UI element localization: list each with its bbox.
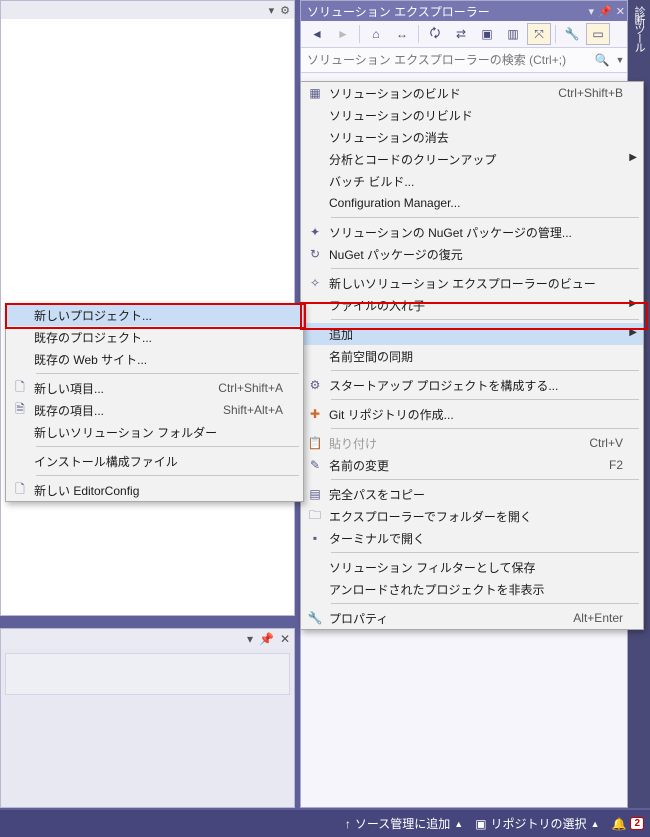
panel-options-icon[interactable]: ▾ [247, 632, 253, 646]
new-view-icon: ✧ [301, 276, 329, 290]
submenu-new-project[interactable]: 新しいプロジェクト... [6, 304, 303, 326]
menu-build[interactable]: ▦ ソリューションのビルド Ctrl+Shift+B [301, 82, 643, 104]
collapse-icon[interactable]: ⇄ [449, 23, 473, 45]
menu-hide-unloaded[interactable]: アンロードされたプロジェクトを非表示 [301, 578, 643, 600]
solution-context-menu: ▦ ソリューションのビルド Ctrl+Shift+B ソリューションのリビルド … [300, 81, 644, 630]
menu-nuget-restore[interactable]: ↻ NuGet パッケージの復元 [301, 243, 643, 265]
pin-icon[interactable]: 📌 [598, 5, 612, 18]
menu-copy-full-path[interactable]: ▤ 完全パスをコピー [301, 483, 643, 505]
submenu-arrow-icon: ▶ [629, 298, 637, 309]
diagnostic-tools-tab[interactable]: 診断ツール [628, 0, 650, 57]
menu-startup-projects[interactable]: ⚙ スタートアップ プロジェクトを構成する... [301, 374, 643, 396]
submenu-arrow-icon: ▶ [629, 327, 637, 338]
menu-save-as-filter[interactable]: ソリューション フィルターとして保存 [301, 556, 643, 578]
submenu-install-config[interactable]: インストール構成ファイル [6, 450, 303, 472]
nuget-icon: ✦ [301, 225, 329, 239]
panel-options-icon[interactable]: ▾ [589, 5, 595, 18]
panel-options-icon[interactable]: ▾ [269, 4, 275, 17]
search-input[interactable] [301, 52, 591, 68]
editorconfig-icon: 🗋 [6, 480, 34, 501]
menu-git-repo[interactable]: ✚ Git リポジトリの作成... [301, 403, 643, 425]
bell-icon: 🔔 [611, 817, 626, 831]
menu-batch-build[interactable]: バッチ ビルド... [301, 170, 643, 192]
menu-open-explorer[interactable]: 🗀 エクスプローラーでフォルダーを開く [301, 505, 643, 527]
notification-badge: 2 [630, 817, 644, 830]
panel-title: ソリューション エクスプローラー [307, 3, 490, 20]
copy-path-icon: ▤ [301, 487, 329, 501]
refresh-icon[interactable]: 🗘 [423, 23, 447, 45]
menu-config-manager[interactable]: Configuration Manager... [301, 192, 643, 214]
submenu-existing-item[interactable]: 🗎 既存の項目... Shift+Alt+A [6, 399, 303, 421]
menu-sync-namespace[interactable]: 名前空間の同期 [301, 345, 643, 367]
menu-rebuild[interactable]: ソリューションのリビルド [301, 104, 643, 126]
close-icon[interactable]: ✕ [616, 5, 625, 18]
home-icon[interactable]: ⌂ [364, 23, 388, 45]
pin-icon[interactable]: 📌 [259, 632, 274, 646]
menu-paste: 📋 貼り付け Ctrl+V [301, 432, 643, 454]
submenu-existing-project[interactable]: 既存のプロジェクト... [6, 326, 303, 348]
menu-add[interactable]: 追加 ▶ [301, 323, 643, 345]
menu-new-view[interactable]: ✧ 新しいソリューション エクスプローラーのビュー [301, 272, 643, 294]
chevron-up-icon: ▲ [591, 819, 600, 829]
submenu-new-item[interactable]: 🗋 新しい項目... Ctrl+Shift+A [6, 377, 303, 399]
arrow-up-icon: ↑ [345, 817, 351, 831]
submenu-new-editorconfig[interactable]: 🗋 新しい EditorConfig [6, 479, 303, 501]
show-all-files-icon[interactable]: ▣ [475, 23, 499, 45]
rename-icon: ✎ [301, 458, 329, 472]
startup-icon: ⚙ [301, 378, 329, 392]
menu-file-nesting[interactable]: ファイルの入れ子 ▶ [301, 294, 643, 316]
chevron-up-icon: ▲ [454, 819, 463, 829]
properties-icon[interactable]: 🔧 [560, 23, 584, 45]
preview-selected-icon[interactable]: ▭ [586, 23, 610, 45]
submenu-arrow-icon: ▶ [629, 152, 637, 163]
menu-nuget-manage[interactable]: ✦ ソリューションの NuGet パッケージの管理... [301, 221, 643, 243]
status-add-source-control[interactable]: ↑ ソース管理に追加 ▲ [345, 815, 463, 832]
preview-icon[interactable]: ▥ [501, 23, 525, 45]
status-select-repo[interactable]: ▣ リポジトリの選択 ▲ [475, 815, 599, 832]
menu-properties[interactable]: 🔧 プロパティ Alt+Enter [301, 607, 643, 629]
close-icon[interactable]: ✕ [280, 632, 290, 646]
switch-view-icon[interactable]: ↔ [390, 23, 414, 45]
paste-icon: 📋 [301, 436, 329, 450]
gear-icon[interactable]: ⚙ [280, 4, 290, 17]
back-icon[interactable]: ◄ [305, 23, 329, 45]
folder-icon: 🗀 [301, 506, 329, 527]
menu-analyze[interactable]: 分析とコードのクリーンアップ ▶ [301, 148, 643, 170]
new-item-icon: 🗋 [6, 378, 34, 399]
search-icon[interactable]: 🔍 [591, 53, 613, 67]
menu-open-terminal[interactable]: ▪ ターミナルで開く [301, 527, 643, 549]
git-icon: ✚ [301, 407, 329, 421]
submenu-new-solution-folder[interactable]: 新しいソリューション フォルダー [6, 421, 303, 443]
repo-icon: ▣ [475, 817, 486, 831]
menu-rename[interactable]: ✎ 名前の変更 F2 [301, 454, 643, 476]
lower-tool-window: ▾ 📌 ✕ [0, 628, 295, 808]
search-options-button[interactable]: ▼ [613, 55, 627, 65]
submenu-existing-website[interactable]: 既存の Web サイト... [6, 348, 303, 370]
status-bar: ↑ ソース管理に追加 ▲ ▣ リポジトリの選択 ▲ 🔔 2 [0, 810, 650, 837]
build-icon: ▦ [301, 86, 329, 100]
restore-icon: ↻ [301, 247, 329, 261]
status-notifications[interactable]: 🔔 2 [611, 817, 644, 831]
panel-titlebar: ソリューション エクスプローラー ▾ 📌 ✕ [301, 1, 627, 21]
forward-icon: ► [331, 23, 355, 45]
menu-clean[interactable]: ソリューションの消去 [301, 126, 643, 148]
toolbar: ◄ ► ⌂ ↔ 🗘 ⇄ ▣ ▥ ⤧ 🔧 ▭ [301, 21, 627, 48]
search-bar[interactable]: 🔍 ▼ [301, 48, 627, 73]
terminal-icon: ▪ [301, 531, 329, 545]
existing-item-icon: 🗎 [6, 400, 34, 421]
sync-icon[interactable]: ⤧ [527, 23, 551, 45]
add-submenu: 新しいプロジェクト... 既存のプロジェクト... 既存の Web サイト...… [5, 303, 304, 502]
wrench-icon: 🔧 [301, 611, 329, 625]
